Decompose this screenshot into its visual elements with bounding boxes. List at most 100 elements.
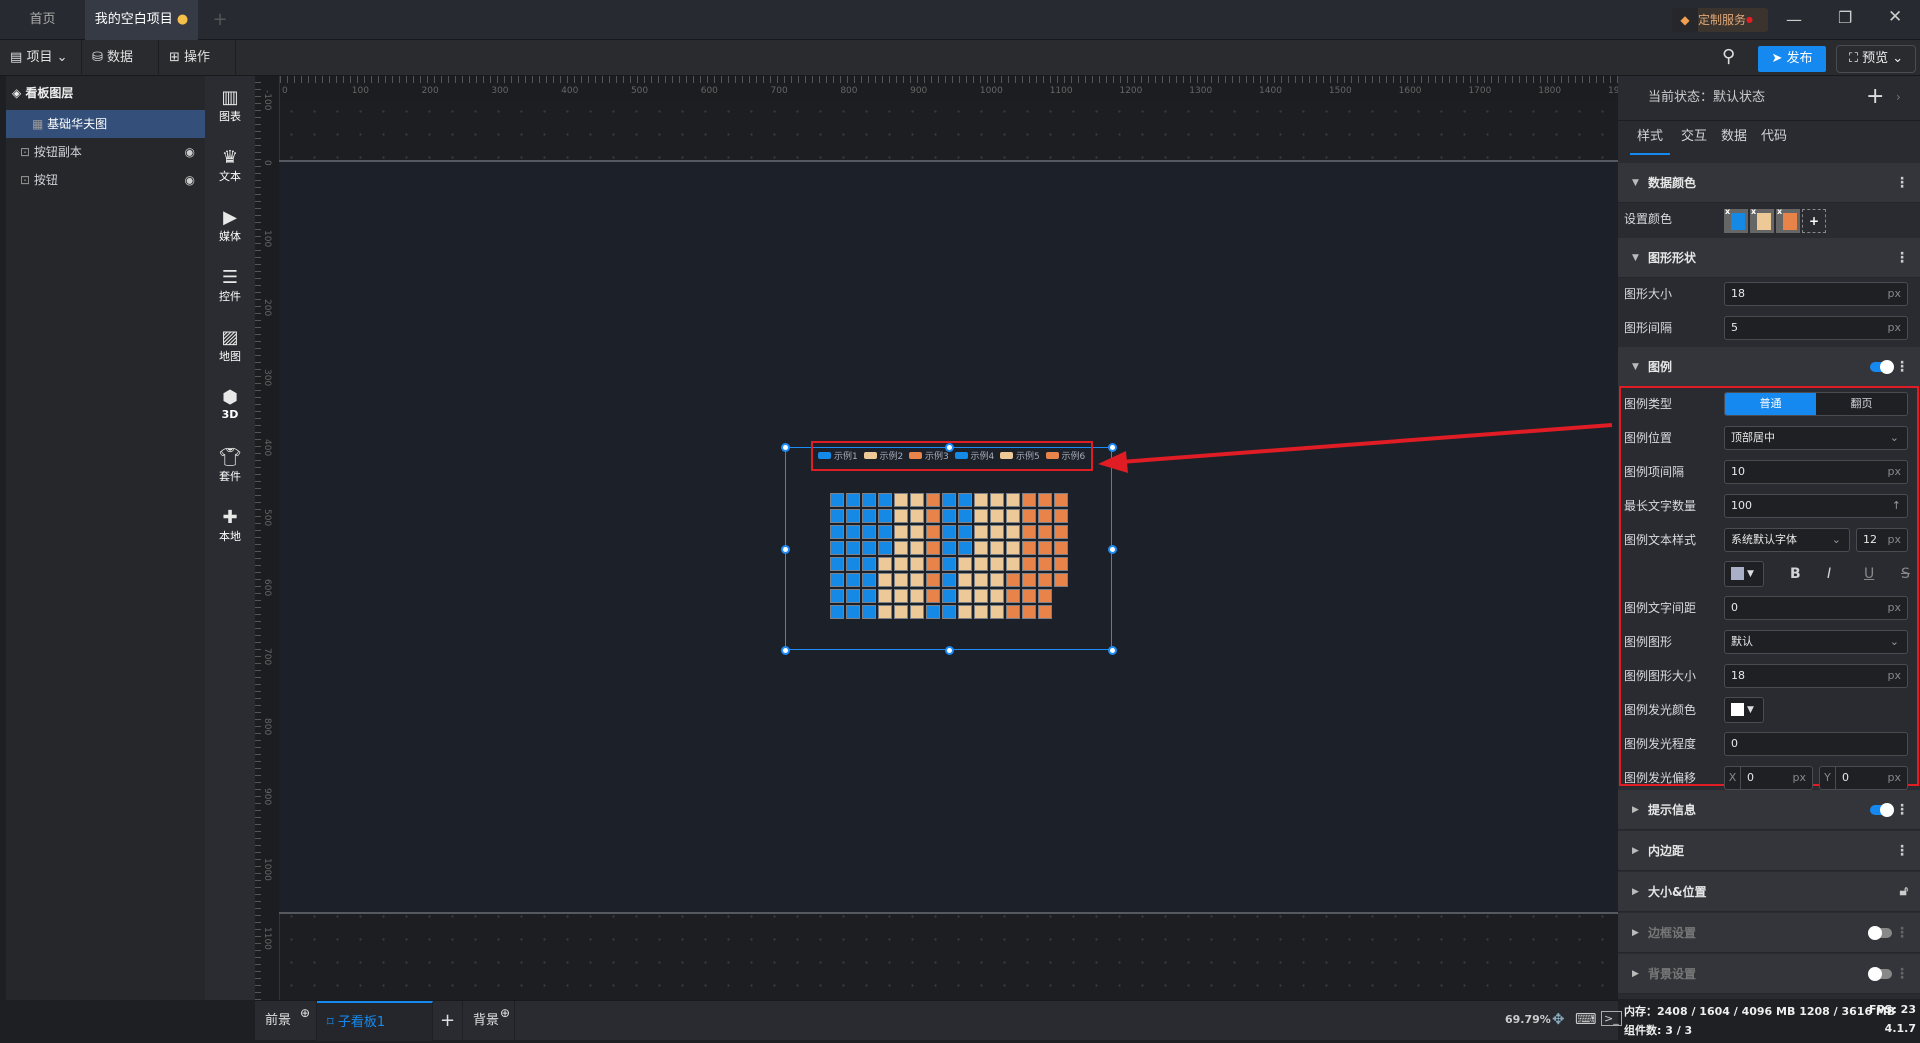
component-local[interactable]: ✚ 本地: [205, 508, 255, 544]
glow_level-input[interactable]: 0: [1724, 732, 1908, 756]
glow-offset-y-input[interactable]: Y 0 px: [1819, 766, 1908, 790]
background-tab[interactable]: 背景 ⊕: [463, 1001, 515, 1041]
remove-color-icon[interactable]: x: [1725, 207, 1730, 216]
search-icon[interactable]: ⚲: [1722, 46, 1735, 67]
tab-home[interactable]: 首页: [0, 0, 85, 40]
more-icon[interactable]: ⋮: [1895, 347, 1909, 387]
menu-project[interactable]: ▤ 项目 ⌄: [0, 40, 82, 76]
max_chars-input[interactable]: 100 ↑: [1724, 494, 1908, 518]
layer-item[interactable]: ⊡ 按钮副本 ◉: [6, 138, 205, 166]
eye-hidden-icon[interactable]: ◉: [185, 138, 195, 166]
strikethrough-button[interactable]: S: [1901, 566, 1910, 582]
more-icon[interactable]: ⋮: [1895, 954, 1909, 994]
collapsed-section[interactable]: ▶ 大小&位置 🔓︎: [1618, 872, 1920, 912]
component-media[interactable]: ▶ 媒体: [205, 208, 255, 244]
remove-color-icon[interactable]: x: [1751, 207, 1756, 216]
resize-handle[interactable]: [1108, 646, 1117, 655]
collapsed-section[interactable]: ▶ 背景设置 ⋮: [1618, 954, 1920, 994]
zoom-level[interactable]: 69.79%: [1505, 1013, 1551, 1026]
more-icon[interactable]: ⋮: [1895, 790, 1909, 830]
terminal-icon[interactable]: >_: [1601, 1011, 1622, 1026]
layer-item[interactable]: ▦ 基础华夫图: [6, 110, 205, 138]
component-map[interactable]: ▨ 地图: [205, 328, 255, 364]
component-3d[interactable]: ⬢ 3D: [205, 388, 255, 422]
remove-color-icon[interactable]: x: [1777, 207, 1782, 216]
more-icon[interactable]: ⋮: [1895, 163, 1909, 203]
collapsed-section[interactable]: ▶ 边框设置 ⋮: [1618, 913, 1920, 953]
underline-button[interactable]: U: [1864, 566, 1874, 582]
legend-type-paged[interactable]: 翻页: [1816, 393, 1907, 415]
shape-size-input[interactable]: 18 px: [1724, 282, 1908, 306]
resize-handle[interactable]: [781, 646, 790, 655]
resize-handle[interactable]: [944, 646, 954, 655]
custom-service-button[interactable]: ◆ 定制服务●: [1672, 8, 1768, 32]
item_gap-input[interactable]: 10 px: [1724, 460, 1908, 484]
glow-offset-x-input[interactable]: X 0 px: [1724, 766, 1813, 790]
foreground-tab[interactable]: 前景 ⊕: [255, 1001, 317, 1041]
legend-item[interactable]: 示例3: [909, 449, 949, 462]
publish-button[interactable]: ➤ 发布: [1758, 46, 1826, 72]
more-icon[interactable]: ⋮: [1895, 913, 1909, 953]
legend-item[interactable]: 示例1: [818, 449, 858, 462]
more-icon[interactable]: ⋮: [1895, 238, 1909, 278]
add-board-button[interactable]: +: [433, 1001, 463, 1041]
collapsed-section[interactable]: ▶ 内边距 ⋮: [1618, 831, 1920, 871]
legend-item[interactable]: 示例2: [863, 449, 903, 462]
section-toggle[interactable]: [1868, 926, 1892, 940]
close-icon[interactable]: ✕: [1888, 7, 1902, 27]
arrow-up-icon[interactable]: ↑: [1892, 495, 1901, 517]
add-color-button[interactable]: +: [1802, 209, 1826, 233]
legend-toggle[interactable]: [1870, 360, 1894, 374]
add-tab-button[interactable]: +: [205, 0, 235, 40]
text-color-picker[interactable]: ▼: [1724, 561, 1764, 587]
legend-item[interactable]: 示例5: [1000, 449, 1040, 462]
color-swatch[interactable]: x: [1776, 207, 1800, 233]
font-select[interactable]: 系统默认字体 ⌄: [1724, 528, 1850, 552]
add-state-button[interactable]: +: [1866, 84, 1884, 109]
component-text[interactable]: ♛ 文本: [205, 148, 255, 184]
add-circle-icon[interactable]: ⊕: [300, 993, 310, 1033]
keyboard-icon[interactable]: ⌨: [1575, 1010, 1597, 1028]
resize-handle[interactable]: [781, 443, 790, 452]
legend-type-normal[interactable]: 普通: [1725, 393, 1816, 415]
lock-icon[interactable]: 🔓︎: [1900, 872, 1908, 912]
shape-input[interactable]: 默认 ⌄: [1724, 630, 1908, 654]
more-icon[interactable]: ⋮: [1895, 831, 1909, 871]
eye-hidden-icon[interactable]: ◉: [185, 166, 195, 194]
legend-item[interactable]: 示例6: [1045, 449, 1085, 462]
shape_size-input[interactable]: 18 px: [1724, 664, 1908, 688]
collapsed-section[interactable]: ▶ 提示信息 ⋮: [1618, 790, 1920, 830]
glow-color-picker[interactable]: ▼: [1724, 697, 1764, 723]
section-data-color[interactable]: ▼ 数据颜色 ⋮: [1618, 163, 1920, 203]
color-swatch[interactable]: x: [1724, 207, 1748, 233]
section-toggle[interactable]: [1868, 967, 1892, 981]
tab-style[interactable]: 样式: [1630, 121, 1670, 155]
tab-interaction[interactable]: 交互: [1676, 121, 1712, 153]
menu-operate[interactable]: ⊞ 操作 ⌄: [159, 40, 236, 101]
add-circle-icon[interactable]: ⊕: [500, 993, 510, 1033]
resize-handle[interactable]: [1108, 544, 1117, 554]
component-kit[interactable]: 👕︎ 套件: [205, 448, 255, 484]
layer-item[interactable]: ⊡ 按钮 ◉: [6, 166, 205, 194]
bold-button[interactable]: B: [1790, 566, 1801, 582]
menu-data[interactable]: ⛁ 数据 ⌄: [82, 40, 159, 101]
shape-gap-input[interactable]: 5 px: [1724, 316, 1908, 340]
section-toggle[interactable]: [1870, 803, 1894, 817]
fit-screen-icon[interactable]: ✥: [1552, 1010, 1565, 1028]
tab-data[interactable]: 数据: [1716, 121, 1752, 153]
section-legend[interactable]: ▼ 图例 ⋮: [1618, 347, 1920, 387]
board-tab[interactable]: ⌑ 子看板1: [317, 1001, 433, 1041]
resize-handle[interactable]: [781, 544, 790, 554]
color-swatch[interactable]: x: [1750, 207, 1774, 233]
tab-project[interactable]: 我的空白项目 ●: [85, 0, 198, 40]
legend-item[interactable]: 示例4: [954, 449, 994, 462]
italic-button[interactable]: I: [1827, 566, 1831, 582]
restore-icon[interactable]: ❐: [1838, 8, 1852, 27]
chevron-right-icon[interactable]: ›: [1896, 90, 1901, 104]
component-control[interactable]: ☰ 控件: [205, 268, 255, 304]
position-input[interactable]: 顶部居中 ⌄: [1724, 426, 1908, 450]
font-size-input[interactable]: 12 px: [1856, 528, 1908, 552]
component-chart[interactable]: ▥ 图表: [205, 88, 255, 124]
letter_spacing-input[interactable]: 0 px: [1724, 596, 1908, 620]
tab-code[interactable]: 代码: [1756, 121, 1792, 153]
